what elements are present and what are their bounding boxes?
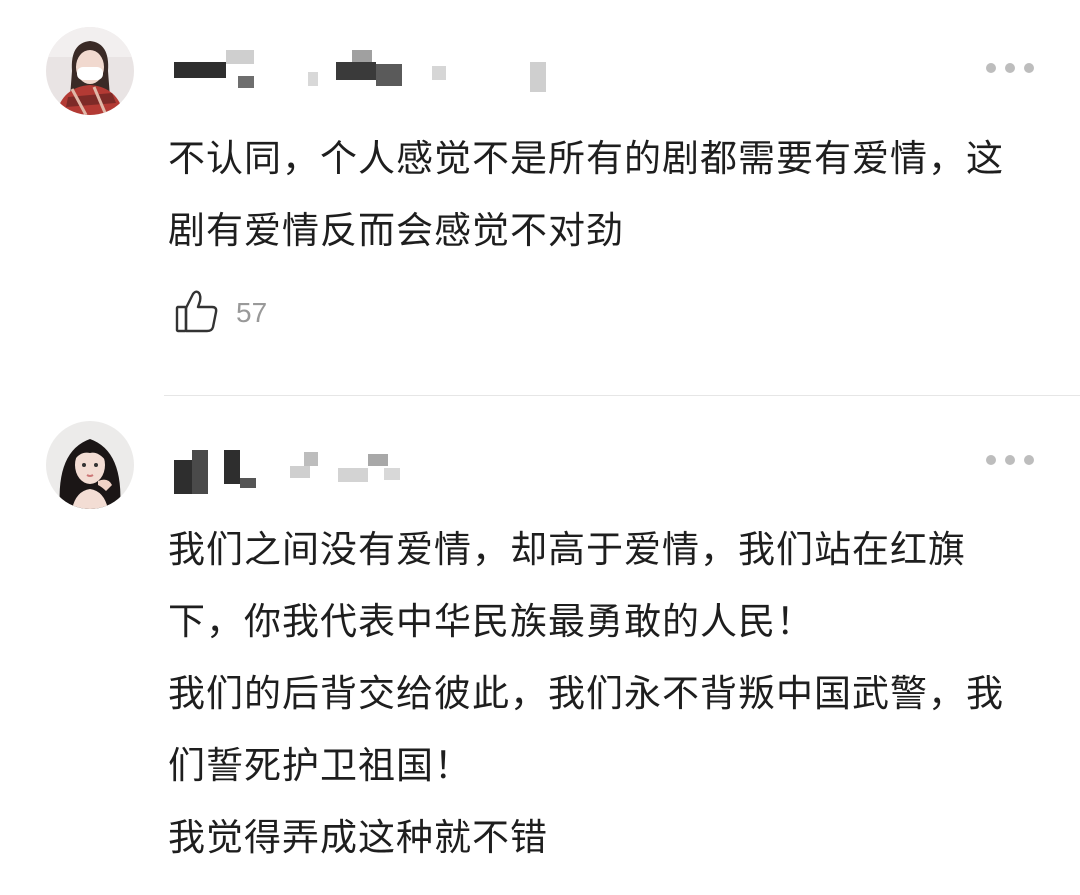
like-count: 57 (236, 297, 268, 328)
comment-text-line: 我们的后背交给彼此，我们永不背叛中国武警，我们誓死护卫祖国！ (168, 672, 1004, 787)
comment-text-line: 我们之间没有爱情，却高于爱情，我们站在红旗下，你我代表中华民族最勇敢的人民！ (168, 528, 966, 643)
comment-text: 我们之间没有爱情，却高于爱情，我们站在红旗下，你我代表中华民族最勇敢的人民！ 我… (168, 514, 1038, 874)
user-avatar[interactable] (46, 27, 134, 115)
username-redacted[interactable] (172, 48, 592, 92)
more-options-button[interactable] (986, 450, 1034, 470)
comment-text-line: 我觉得弄成这种就不错 (168, 816, 548, 859)
user-avatar[interactable] (46, 421, 134, 509)
more-options-button[interactable] (986, 58, 1034, 78)
comment-item: 我们之间没有爱情，却高于爱情，我们站在红旗下，你我代表中华民族最勇敢的人民！ 我… (0, 396, 1080, 895)
comment-text-line: 不认同，个人感觉不是所有的剧都需要有爱情，这剧有爱情反而会感觉不对劲 (168, 137, 1004, 252)
thumbs-up-icon (174, 288, 220, 338)
more-dots-icon (986, 455, 996, 465)
like-button[interactable]: 57 (174, 288, 267, 338)
comment-item: 不认同，个人感觉不是所有的剧都需要有爱情，这剧有爱情反而会感觉不对劲 57 (0, 0, 1080, 395)
username-redacted[interactable] (172, 444, 592, 494)
more-dots-icon (986, 63, 996, 73)
comment-text: 不认同，个人感觉不是所有的剧都需要有爱情，这剧有爱情反而会感觉不对劲 (168, 123, 1038, 267)
